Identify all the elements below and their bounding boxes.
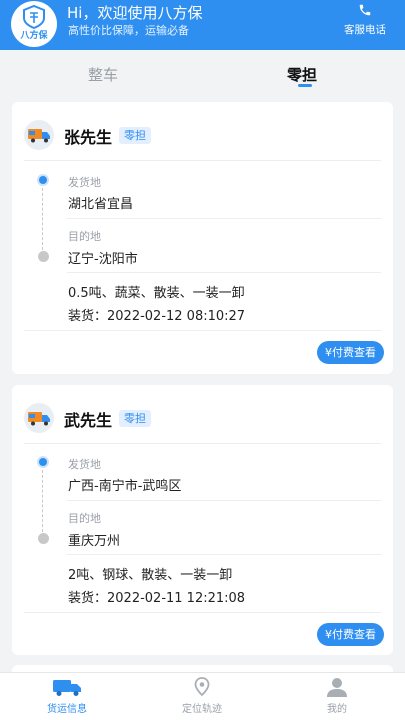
truck-icon — [28, 412, 50, 426]
shipper-name: 武先生 — [64, 411, 113, 430]
divider — [67, 554, 381, 555]
tab-ltl[interactable]: 零担 — [287, 64, 317, 85]
tagline: 高性价比保障，运输必备 — [68, 24, 189, 37]
order-type-badge: 零担 — [119, 410, 151, 427]
divider — [24, 612, 381, 613]
nav-freight-info[interactable]: 货运信息 — [37, 677, 97, 715]
divider — [24, 330, 381, 331]
divider — [24, 160, 381, 161]
origin-label: 发货地 — [68, 458, 101, 471]
customer-service-button[interactable]: 客服电话 — [336, 3, 394, 37]
cargo-info: 2吨、钢球、散装、一装一卸 — [68, 568, 233, 583]
app-logo: 八方保 — [11, 1, 57, 47]
order-type-badge: 零担 — [119, 127, 151, 144]
nav-profile[interactable]: 我的 — [307, 677, 367, 715]
truck-icon — [53, 680, 81, 696]
tab-whole-vehicle[interactable]: 整车 — [88, 64, 118, 85]
pay-to-view-button[interactable]: ¥付费查看 — [317, 623, 384, 646]
tab-bar: 整车 零担 — [0, 50, 405, 94]
nav-location-track[interactable]: 定位轨迹 — [172, 677, 232, 715]
divider — [24, 443, 381, 444]
origin-label: 发货地 — [68, 176, 101, 189]
nav-label: 定位轨迹 — [182, 704, 222, 715]
route-line — [42, 188, 43, 250]
destination-dot — [38, 533, 49, 544]
logo-text: 八方保 — [20, 31, 48, 41]
location-icon — [194, 677, 210, 697]
shipper-name: 张先生 — [64, 128, 113, 147]
order-card[interactable]: 武先生 零担 发货地 广西-南宁市-武鸣区 目的地 重庆万州 2吨、钢球、散装、… — [12, 385, 393, 655]
truck-icon — [28, 129, 50, 143]
divider — [67, 500, 381, 501]
destination-label: 目的地 — [68, 230, 101, 243]
nav-label: 货运信息 — [47, 704, 87, 715]
phone-icon — [359, 4, 371, 16]
loading-time: 装货：2022-02-12 08:10:27 — [68, 309, 246, 324]
route-line — [42, 470, 43, 532]
user-icon — [327, 678, 347, 697]
origin-dot — [37, 456, 49, 468]
truck-avatar — [24, 403, 54, 433]
welcome-title: Hi，欢迎使用八方保 — [67, 4, 203, 22]
active-tab-indicator — [298, 84, 312, 87]
loading-time: 装货：2022-02-11 12:21:08 — [68, 591, 246, 606]
nav-label: 我的 — [327, 704, 347, 715]
bottom-nav: 货运信息 定位轨迹 我的 — [0, 672, 405, 720]
divider — [67, 272, 381, 273]
destination-label: 目的地 — [68, 512, 101, 525]
origin-value: 湖北省宜昌 — [68, 197, 134, 212]
destination-value: 重庆万州 — [68, 534, 121, 549]
origin-value: 广西-南宁市-武鸣区 — [68, 479, 182, 494]
truck-avatar — [24, 120, 54, 150]
order-card[interactable]: 张先生 零担 发货地 湖北省宜昌 目的地 辽宁-沈阳市 0.5吨、蔬菜、散装、一… — [12, 102, 393, 374]
customer-service-label: 客服电话 — [344, 24, 386, 36]
divider — [67, 218, 381, 219]
destination-dot — [38, 251, 49, 262]
cargo-info: 0.5吨、蔬菜、散装、一装一卸 — [68, 286, 245, 301]
pay-to-view-button[interactable]: ¥付费查看 — [317, 341, 384, 364]
origin-dot — [37, 174, 49, 186]
app-header: 八方保 Hi，欢迎使用八方保 高性价比保障，运输必备 客服电话 — [0, 0, 405, 50]
destination-value: 辽宁-沈阳市 — [68, 252, 138, 267]
